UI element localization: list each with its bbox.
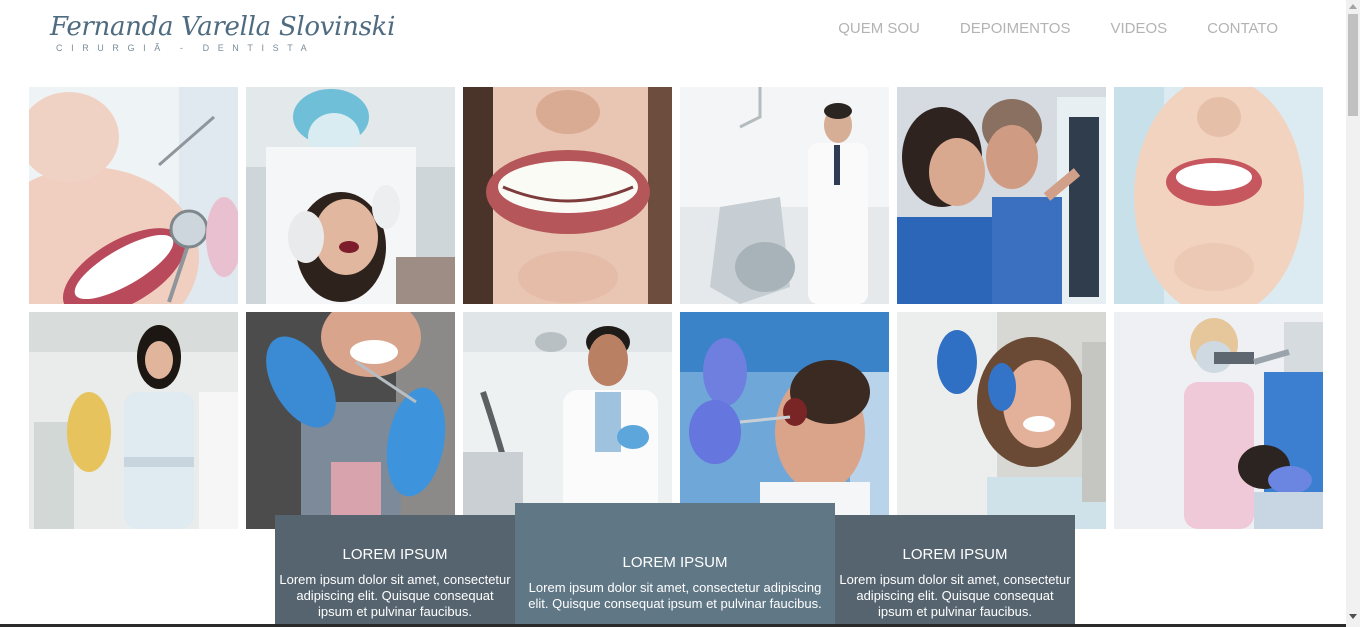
card-text: Lorem ipsum dolor sit amet, consectetur … — [839, 572, 1071, 619]
card-title: LOREM IPSUM — [342, 546, 448, 563]
photo-close-up-smile[interactable] — [463, 87, 672, 304]
photo-dentist-treating-patient[interactable] — [246, 87, 455, 304]
card-text: Lorem ipsum dolor sit amet, consectetur … — [279, 572, 511, 619]
nav-contato[interactable]: CONTATO — [1207, 20, 1278, 37]
photo-smiling-female-patient[interactable] — [897, 312, 1106, 529]
scrollbar-thumb[interactable] — [1348, 14, 1358, 116]
card-text: Lorem ipsum dolor sit amet, consectetur … — [528, 580, 822, 611]
photo-dentist-with-microscope[interactable] — [1114, 312, 1323, 529]
feature-card-right: LOREM IPSUM Lorem ipsum dolor sit amet, … — [835, 515, 1075, 627]
logo-subtitle: CIRURGIÃ - DENTISTA — [56, 43, 316, 53]
logo-name: Fernanda Varella Slovinski — [50, 12, 396, 42]
photo-dentists-viewing-xray[interactable] — [897, 87, 1106, 304]
site-header: Fernanda Varella Slovinski CIRURGIÃ - DE… — [0, 0, 1346, 80]
photo-female-dentist-portrait[interactable] — [29, 312, 238, 529]
photo-dentist-in-clinic[interactable] — [680, 87, 889, 304]
site-logo[interactable]: Fernanda Varella Slovinski CIRURGIÃ - DE… — [50, 12, 395, 53]
scroll-up-arrow-icon[interactable] — [1349, 4, 1357, 9]
photo-patient-under-treatment[interactable] — [680, 312, 889, 529]
photo-male-dentist-portrait[interactable] — [463, 312, 672, 529]
nav-quem-sou[interactable]: QUEM SOU — [838, 20, 920, 37]
nav-depoimentos[interactable]: DEPOIMENTOS — [960, 20, 1071, 37]
feature-card-left: LOREM IPSUM Lorem ipsum dolor sit amet, … — [275, 515, 515, 627]
photo-smiling-woman[interactable] — [1114, 87, 1323, 304]
main-nav: QUEM SOU DEPOIMENTOS VIDEOS CONTATO — [798, 20, 1278, 37]
card-title: LOREM IPSUM — [902, 546, 1008, 563]
photo-smile-with-dental-mirror[interactable] — [29, 87, 238, 304]
feature-card-center: LOREM IPSUM Lorem ipsum dolor sit amet, … — [515, 503, 835, 627]
page-scrollbar[interactable] — [1346, 0, 1360, 627]
card-title: LOREM IPSUM — [622, 554, 728, 571]
photo-patient-gloved-hands[interactable] — [246, 312, 455, 529]
scroll-down-arrow-icon[interactable] — [1349, 614, 1357, 619]
nav-videos[interactable]: VIDEOS — [1110, 20, 1167, 37]
